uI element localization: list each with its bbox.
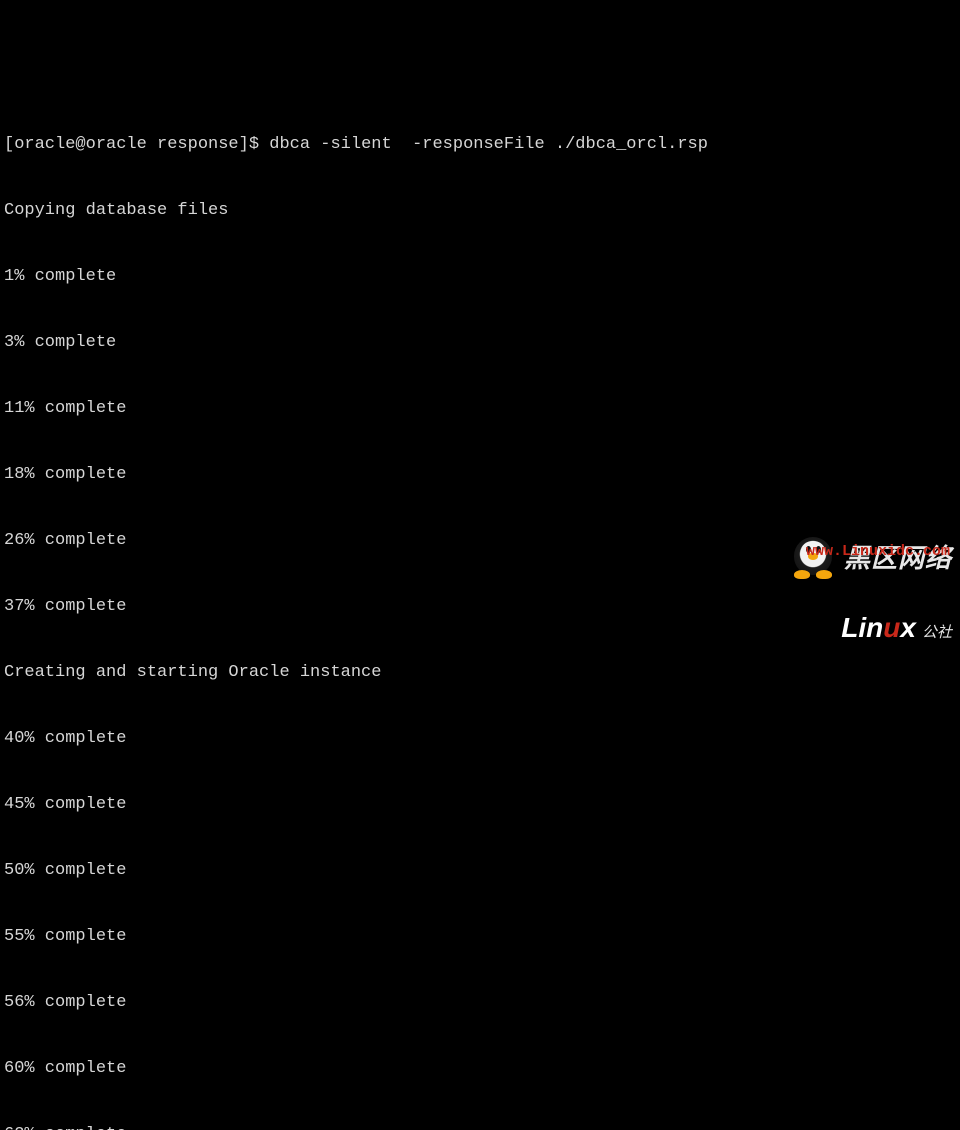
output-line: 62% complete (4, 1124, 956, 1130)
output-line: 26% complete (4, 530, 956, 552)
command-text: dbca -silent -responseFile ./dbca_orcl.r… (269, 134, 708, 156)
terminal-output[interactable]: [oracle@oracle response]$ dbca -silent -… (4, 90, 956, 1130)
command-line: [oracle@oracle response]$ dbca -silent -… (4, 134, 956, 156)
output-line: 56% complete (4, 992, 956, 1014)
shell-prompt: [oracle@oracle response]$ (4, 134, 269, 156)
output-line: 11% complete (4, 398, 956, 420)
output-line: 45% complete (4, 794, 956, 816)
output-line: 1% complete (4, 266, 956, 288)
output-line: Copying database files (4, 200, 956, 222)
output-line: 50% complete (4, 860, 956, 882)
output-line: 37% complete (4, 596, 956, 618)
output-line: 55% complete (4, 926, 956, 948)
output-line: 40% complete (4, 728, 956, 750)
output-line: 18% complete (4, 464, 956, 486)
output-line: Creating and starting Oracle instance (4, 662, 956, 684)
output-line: 3% complete (4, 332, 956, 354)
output-line: 60% complete (4, 1058, 956, 1080)
